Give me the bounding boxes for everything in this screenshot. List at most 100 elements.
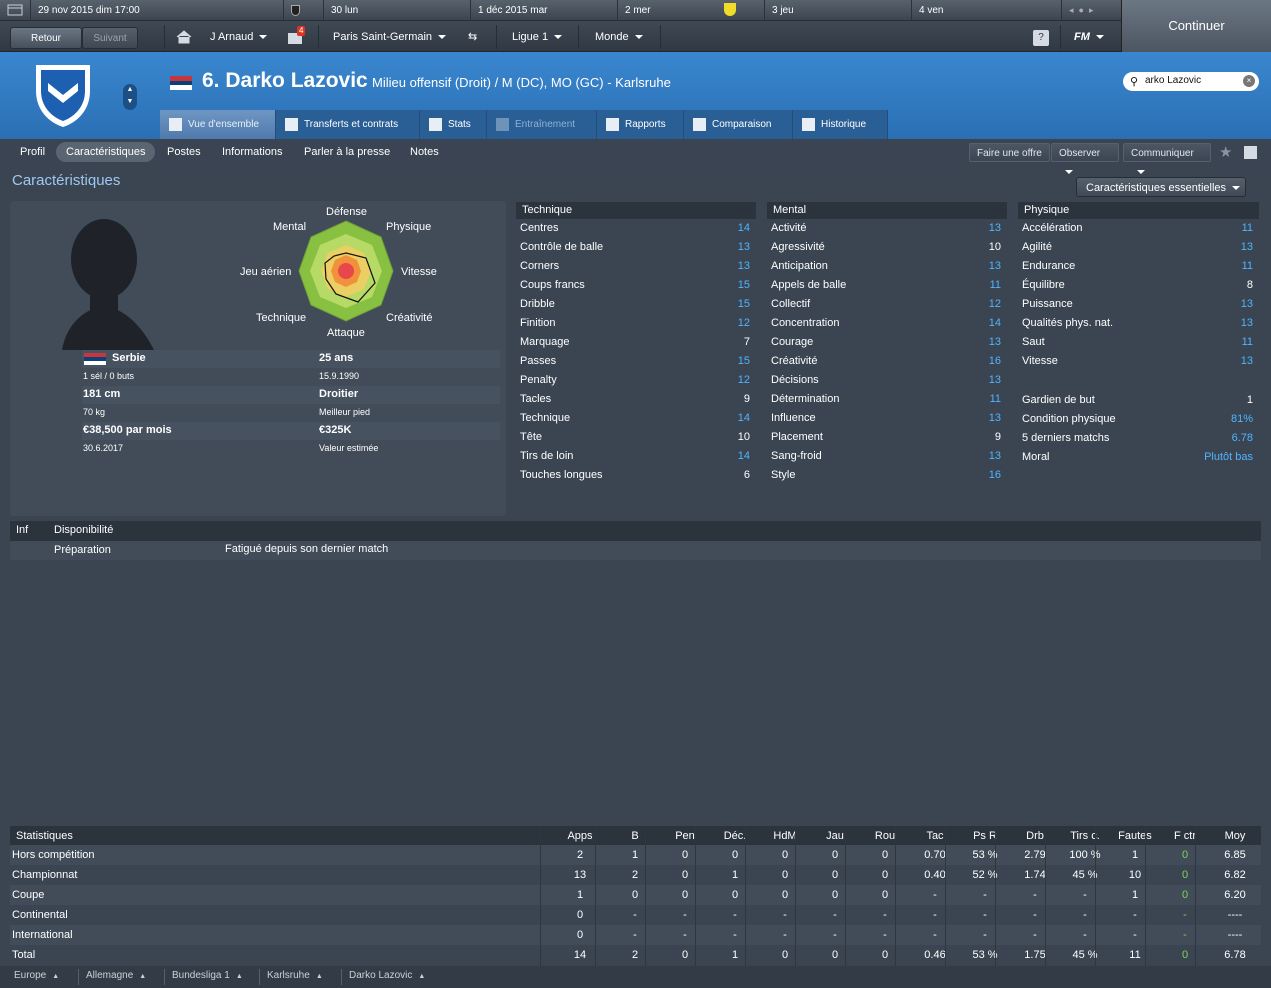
date-day-4[interactable]: 3 jeu — [764, 0, 911, 21]
attribute-row[interactable]: Équilibre 8 — [1022, 276, 1259, 295]
attribute-row[interactable]: Activité 13 — [771, 219, 1007, 238]
attribute-row[interactable]: Puissance 13 — [1022, 295, 1259, 314]
stats-header-cell[interactable]: Pen — [660, 826, 710, 846]
subtab-press[interactable]: Parler à la presse — [304, 141, 390, 163]
star-icon[interactable]: ★ — [1219, 143, 1232, 161]
stats-header-cell[interactable]: Jau — [810, 826, 860, 846]
stats-header-cell[interactable]: Tac — [910, 826, 960, 846]
watch-menu[interactable]: Observer — [1051, 143, 1119, 175]
attribute-row[interactable]: Créativité 16 — [771, 352, 1007, 371]
make-offer-button[interactable]: Faire une offre — [969, 143, 1050, 162]
stats-row[interactable]: Championnat 13 2 0 1 0 0 0 0.40 52 % 1.74 45 % 10 0 6.… — [10, 865, 1261, 885]
tab-comparison[interactable]: Comparaison — [684, 110, 793, 139]
attribute-row[interactable]: Courage 13 — [771, 333, 1007, 352]
attribute-row[interactable]: Touches longues 6 — [520, 466, 756, 485]
attribute-row[interactable]: Style 16 — [771, 466, 1007, 485]
attribute-row[interactable]: Collectif 12 — [771, 295, 1007, 314]
forward-button[interactable]: Suivant — [82, 27, 138, 49]
extra-row[interactable]: 5 derniers matchs 6.78 — [1022, 429, 1259, 448]
swap-icon[interactable]: ⇆ — [468, 22, 477, 52]
extra-row[interactable]: Gardien de but 1 — [1022, 391, 1259, 410]
attribute-row[interactable]: Accélération 11 — [1022, 219, 1259, 238]
stats-header-cell[interactable]: B — [610, 826, 660, 846]
attribute-row[interactable]: Coups francs 15 — [520, 276, 756, 295]
stats-header-cell[interactable]: F ctr — [1160, 826, 1210, 846]
attribute-row[interactable]: Agressivité 10 — [771, 238, 1007, 257]
attribute-row[interactable]: Anticipation 13 — [771, 257, 1007, 276]
stats-row[interactable]: Total 14 2 0 1 0 0 0 0.46 53 % 1.75 45 % 11 0 6.78 — [10, 945, 1261, 965]
stats-header-cell[interactable]: Fautes — [1110, 826, 1160, 846]
tab-training[interactable]: Entraînement — [487, 110, 597, 139]
continue-button[interactable]: Continuer — [1121, 0, 1271, 52]
calendar-scroll-controls[interactable]: ◂ ● ▸ — [1061, 0, 1121, 21]
attribute-row[interactable]: Influence 13 — [771, 409, 1007, 428]
calendar-icon[interactable] — [0, 0, 30, 21]
breadcrumb-item[interactable]: Europe ▲ — [14, 970, 59, 981]
player-cycle-arrows[interactable]: ▲ ▼ — [123, 84, 137, 110]
inbox-icon[interactable]: 4 — [288, 22, 306, 52]
date-current[interactable]: 29 nov 2015 dim 17:00 — [30, 0, 283, 21]
tab-overview[interactable]: Vue d'ensemble — [160, 110, 276, 139]
date-day-1[interactable]: 30 lun — [323, 0, 470, 21]
attribute-row[interactable]: Corners 13 — [520, 257, 756, 276]
attribute-row[interactable]: Endurance 11 — [1022, 257, 1259, 276]
subtab-notes[interactable]: Notes — [410, 141, 439, 163]
extra-row[interactable]: Moral Plutôt bas — [1022, 448, 1259, 467]
notes-icon[interactable] — [1244, 146, 1257, 159]
attribute-row[interactable]: Passes 15 — [520, 352, 756, 371]
extra-row[interactable]: Condition physique 81% — [1022, 410, 1259, 429]
stats-header-cell[interactable]: Statistiques — [16, 826, 216, 846]
stats-header-cell[interactable]: Moy — [1210, 826, 1260, 846]
stats-header-cell[interactable]: Drb — [1010, 826, 1060, 846]
search-input[interactable]: ⚲ arko Lazovic × — [1123, 72, 1259, 91]
tab-reports[interactable]: Rapports — [597, 110, 684, 139]
fm-menu[interactable]: FM — [1074, 22, 1104, 52]
club-menu[interactable]: Paris Saint-Germain — [333, 22, 447, 52]
attribute-row[interactable]: Centres 14 — [520, 219, 756, 238]
breadcrumb-item[interactable]: Karlsruhe ▲ — [267, 970, 323, 981]
breadcrumb-item[interactable]: Darko Lazovic ▲ — [349, 970, 425, 981]
attribute-row[interactable]: Tacles 9 — [520, 390, 756, 409]
attribute-row[interactable]: Détermination 11 — [771, 390, 1007, 409]
attribute-row[interactable]: Finition 12 — [520, 314, 756, 333]
attribute-row[interactable]: Contrôle de balle 13 — [520, 238, 756, 257]
nationality[interactable]: Serbie — [112, 352, 146, 364]
back-button[interactable]: Retour — [10, 27, 82, 49]
attribute-row[interactable]: Appels de balle 11 — [771, 276, 1007, 295]
stats-header-cell[interactable]: Déc. — [710, 826, 760, 846]
breadcrumb-item[interactable]: Allemagne ▲ — [86, 970, 146, 981]
communicate-menu[interactable]: Communiquer — [1123, 143, 1211, 175]
subtab-information[interactable]: Informations — [222, 141, 283, 163]
attribute-row[interactable]: Tête 10 — [520, 428, 756, 447]
attribute-row[interactable]: Placement 9 — [771, 428, 1007, 447]
attribute-row[interactable]: Penalty 12 — [520, 371, 756, 390]
manager-menu[interactable]: J Arnaud — [210, 22, 268, 52]
subtab-attributes[interactable]: Caractéristiques — [56, 142, 156, 162]
stats-row[interactable]: Coupe 1 0 0 0 0 0 0 - - - - 1 0 6.20 — [10, 885, 1261, 905]
home-icon[interactable] — [176, 22, 192, 52]
breadcrumb-item[interactable]: Bundesliga 1 ▲ — [172, 970, 243, 981]
date-day-5[interactable]: 4 ven — [911, 0, 1061, 21]
stats-header-cell[interactable]: Rou — [860, 826, 910, 846]
view-select-dropdown[interactable]: Caractéristiques essentielles — [1076, 177, 1246, 197]
attribute-row[interactable]: Agilité 13 — [1022, 238, 1259, 257]
date-day-3[interactable]: 2 mer — [617, 0, 717, 21]
tab-stats[interactable]: Stats — [420, 110, 487, 139]
attribute-row[interactable]: Concentration 14 — [771, 314, 1007, 333]
attribute-row[interactable]: Décisions 13 — [771, 371, 1007, 390]
stats-row[interactable]: International 0- - - - - - - - - - - - ---- — [10, 925, 1261, 945]
stats-header-cell[interactable]: Apps — [555, 826, 605, 846]
tab-transfers[interactable]: Transferts et contrats — [276, 110, 420, 139]
stats-row[interactable]: Hors compétition 2 1 0 0 0 0 0 0.70 53 % 2.79 100 %… — [10, 845, 1261, 865]
stats-row[interactable]: Continental 0- - - - - - - - - - - - ---- — [10, 905, 1261, 925]
attribute-row[interactable]: Qualités phys. nat. 13 — [1022, 314, 1259, 333]
help-icon[interactable]: ? — [1033, 22, 1049, 52]
attribute-row[interactable]: Marquage 7 — [520, 333, 756, 352]
tab-history[interactable]: Historique — [793, 110, 888, 139]
league-menu[interactable]: Ligue 1 — [512, 22, 563, 52]
date-day-2[interactable]: 1 déc 2015 mar — [470, 0, 617, 21]
subtab-profile[interactable]: Profil — [20, 141, 45, 163]
stats-header-cell[interactable]: HdM — [760, 826, 810, 846]
stats-header-cell[interactable]: Ps R — [960, 826, 1010, 846]
match-icon[interactable] — [717, 0, 764, 21]
